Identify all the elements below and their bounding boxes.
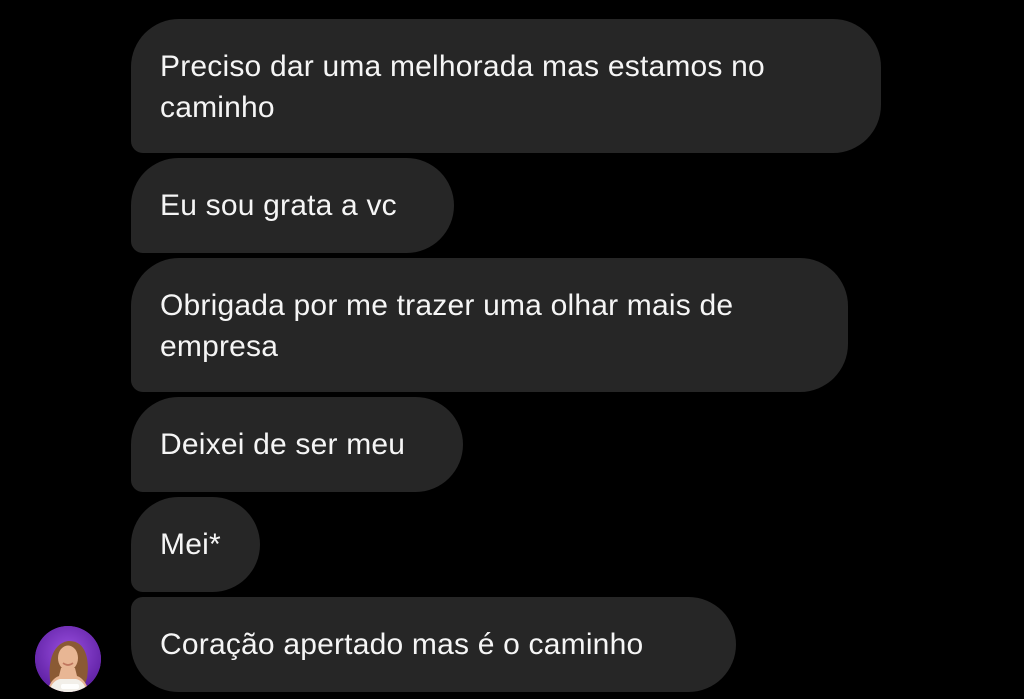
message-text: Eu sou grata a vc (160, 189, 397, 222)
message-text: Deixei de ser meu (160, 428, 406, 461)
message-text: Preciso dar uma melhorada mas estamos no (160, 50, 765, 83)
message-text: empresa (160, 330, 279, 363)
message-bubble[interactable]: Coração apertado mas é o caminho (131, 597, 736, 692)
message-bubble[interactable]: Mei* (131, 497, 260, 592)
sender-avatar[interactable] (35, 626, 101, 692)
message-bubble[interactable]: Eu sou grata a vc (131, 158, 454, 253)
message-text: caminho (160, 91, 275, 124)
message-bubble[interactable]: Obrigada por me trazer uma olhar mais de… (131, 258, 848, 392)
message-text: Obrigada por me trazer uma olhar mais de (160, 289, 734, 322)
chat-thread: Preciso dar uma melhorada mas estamos no… (0, 0, 1024, 699)
profile-photo-icon (35, 626, 101, 692)
message-bubble[interactable]: Deixei de ser meu (131, 397, 463, 492)
message-bubble[interactable]: Preciso dar uma melhorada mas estamos no… (131, 19, 881, 153)
message-text: Mei* (160, 528, 221, 561)
message-text: Coração apertado mas é o caminho (160, 628, 644, 661)
